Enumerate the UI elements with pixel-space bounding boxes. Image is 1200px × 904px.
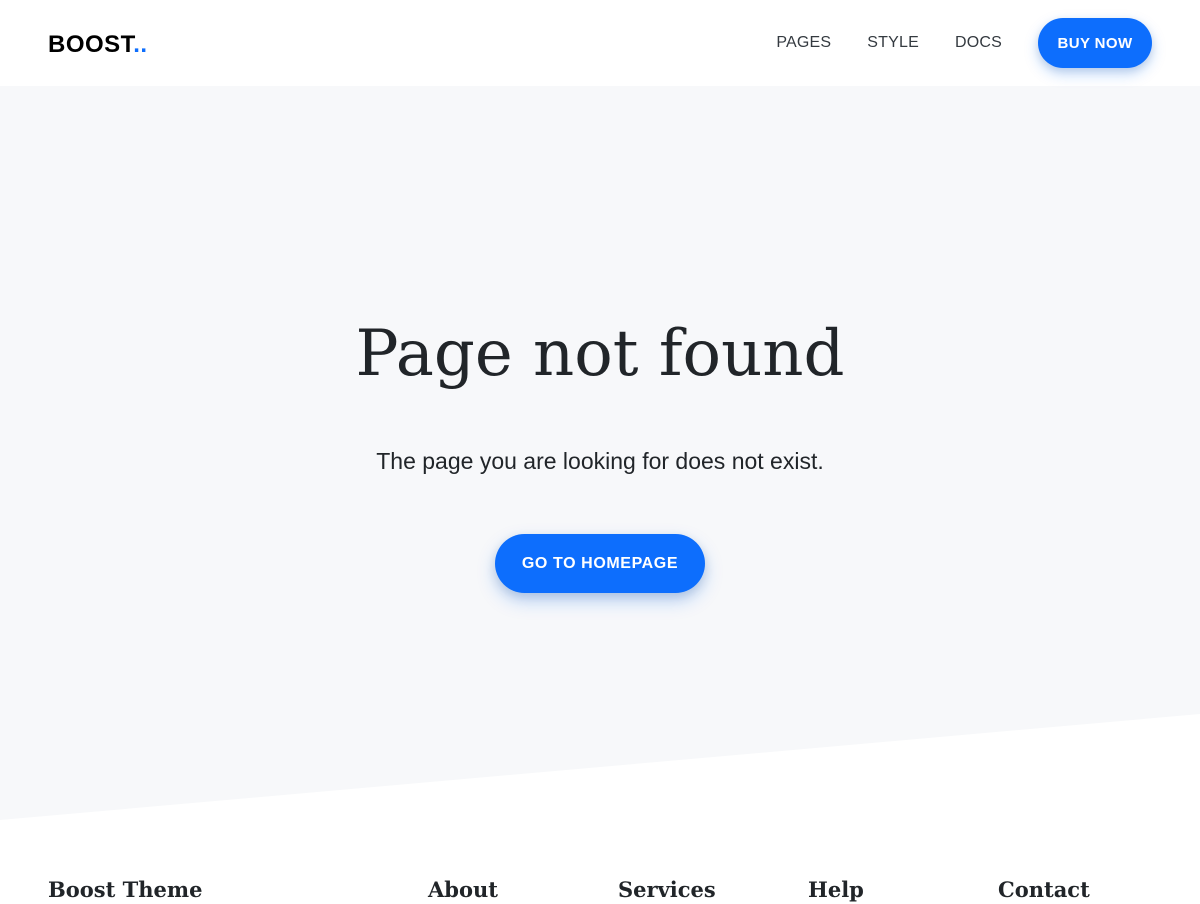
page-subtitle: The page you are looking for does not ex…: [376, 448, 824, 474]
nav-link-style[interactable]: STYLE: [867, 34, 919, 52]
main-nav: PAGES STYLE DOCS BUY NOW: [776, 18, 1152, 68]
logo-text: BOOST: [48, 31, 134, 58]
site-logo[interactable]: BOOST..: [48, 31, 148, 59]
site-header: BOOST.. PAGES STYLE DOCS BUY NOW: [0, 0, 1200, 86]
page-title: Page not found: [355, 317, 845, 391]
hero-section: Page not found The page you are looking …: [0, 86, 1200, 820]
logo-dots: ..: [133, 31, 148, 58]
go-to-homepage-button[interactable]: GO TO HOMEPAGE: [495, 534, 705, 593]
site-footer: Boost Theme About Services Help Contact: [0, 820, 1200, 902]
buy-now-button[interactable]: BUY NOW: [1038, 18, 1152, 68]
nav-link-docs[interactable]: DOCS: [955, 34, 1002, 52]
nav-link-pages[interactable]: PAGES: [776, 34, 831, 52]
